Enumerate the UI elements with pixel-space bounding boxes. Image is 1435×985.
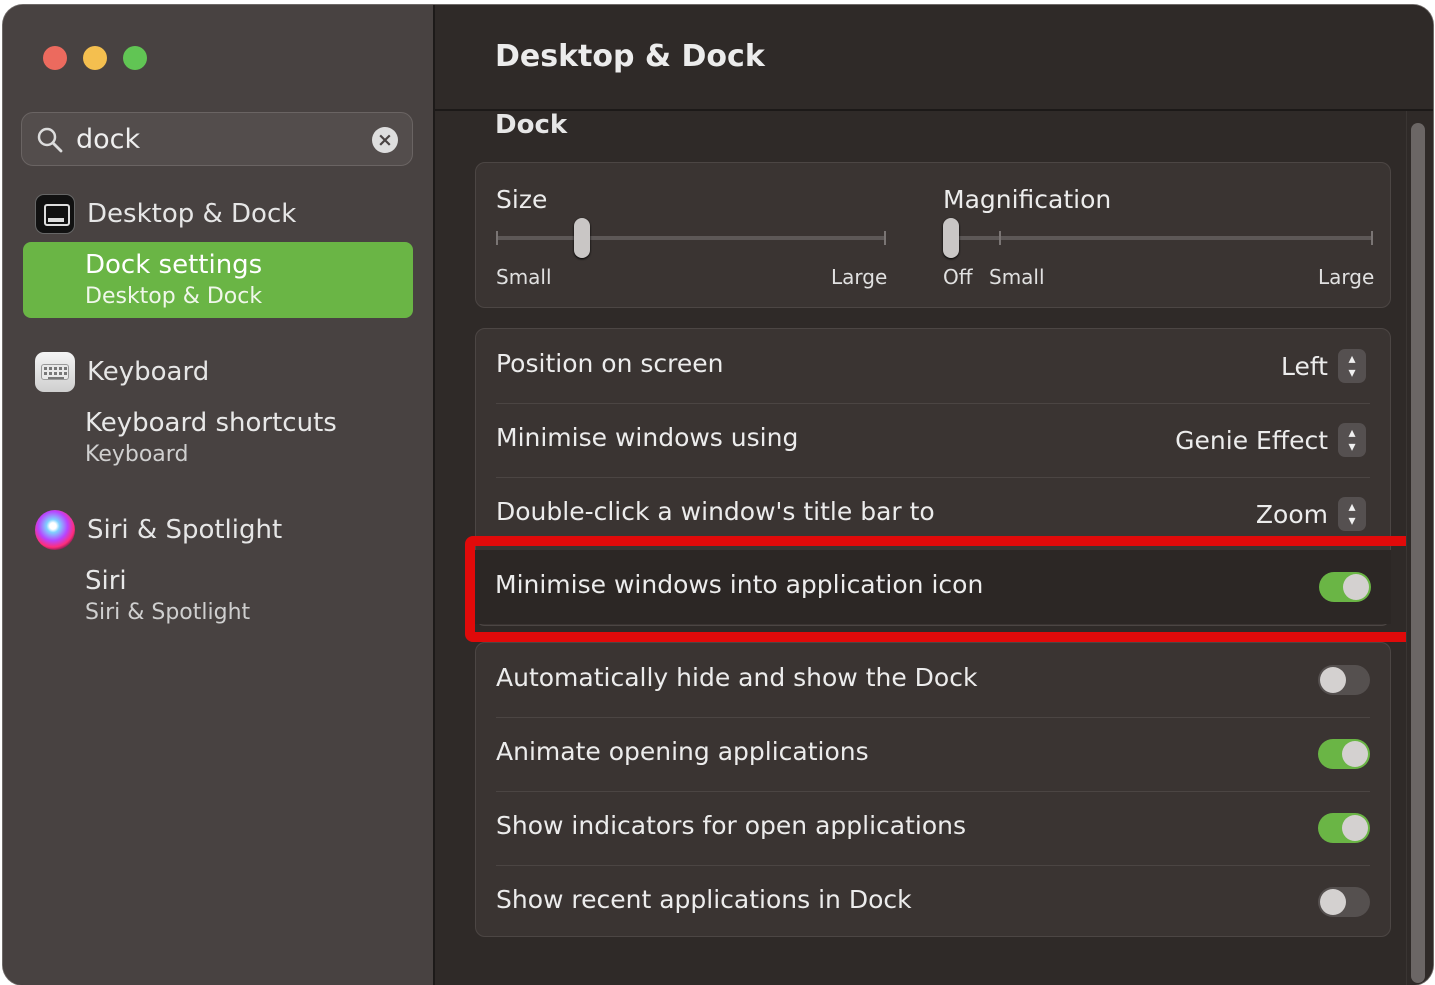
magnification-slider-label: Magnification xyxy=(943,185,1112,214)
dock-sliders-panel: Size Small Large Magnification Off Small… xyxy=(475,162,1391,308)
scrollbar-thumb[interactable] xyxy=(1411,123,1425,983)
sidebar-group-label: Desktop & Dock xyxy=(87,199,297,229)
sidebar-item-subtitle: Keyboard xyxy=(85,442,189,467)
toolbar: Desktop & Dock xyxy=(435,5,1433,111)
row-label: Show indicators for open applications xyxy=(496,811,967,840)
toggle-knob xyxy=(1342,741,1368,767)
row-label: Automatically hide and show the Dock xyxy=(496,663,978,692)
magnification-off-label: Off xyxy=(943,265,973,289)
search-icon xyxy=(37,127,63,153)
animate-apps-toggle[interactable] xyxy=(1318,739,1370,769)
slider-tick xyxy=(496,231,498,245)
row-label: Show recent applications in Dock xyxy=(496,885,912,914)
row-label: Double-click a window's title bar to xyxy=(496,497,935,526)
slider-tick xyxy=(884,231,886,245)
size-min-label: Small xyxy=(496,265,552,289)
close-window-button[interactable] xyxy=(43,46,67,70)
zoom-window-button[interactable] xyxy=(123,46,147,70)
sidebar-item-subtitle: Siri & Spotlight xyxy=(85,600,251,625)
popup-value: Genie Effect xyxy=(1175,425,1328,455)
size-slider-knob[interactable] xyxy=(573,218,590,258)
sidebar-item-siri[interactable]: Siri Siri & Spotlight xyxy=(23,558,413,634)
search-field[interactable]: dock × xyxy=(21,112,413,166)
highlight-annotation-box xyxy=(465,536,1427,642)
toggle-knob xyxy=(1320,889,1346,915)
settings-window: dock × Desktop & Dock Dock settings Desk… xyxy=(3,5,1433,985)
popup-value: Left xyxy=(1280,351,1328,381)
search-input[interactable]: dock xyxy=(76,124,140,155)
slider-tick xyxy=(999,231,1001,245)
magnification-min-label: Small xyxy=(989,265,1045,289)
settings-row-recent-apps: Show recent applications in Dock xyxy=(496,865,1370,939)
toggle-knob xyxy=(1320,667,1346,693)
sidebar-item-title: Siri xyxy=(85,566,127,596)
sidebar-item-title: Dock settings xyxy=(85,250,263,280)
auto-hide-toggle[interactable] xyxy=(1318,665,1370,695)
toggle-knob xyxy=(1342,815,1368,841)
settings-row-animate: Animate opening applications xyxy=(496,717,1370,792)
sidebar: dock × Desktop & Dock Dock settings Desk… xyxy=(3,5,435,985)
row-label: Position on screen xyxy=(496,349,724,378)
row-label: Minimise windows using xyxy=(496,423,799,452)
indicators-toggle[interactable] xyxy=(1318,813,1370,843)
sidebar-group-desktop-dock[interactable]: Desktop & Dock xyxy=(35,193,296,235)
settings-row-indicators: Show indicators for open applications xyxy=(496,791,1370,866)
siri-icon xyxy=(35,510,75,550)
sidebar-group-label: Siri & Spotlight xyxy=(87,515,283,545)
magnification-slider-track[interactable] xyxy=(943,236,1373,240)
settings-row-minimise-using: Minimise windows using Genie Effect ▴ ▾ xyxy=(496,403,1370,478)
sidebar-item-keyboard-shortcuts[interactable]: Keyboard shortcuts Keyboard xyxy=(23,400,413,476)
slider-tick xyxy=(1371,231,1373,245)
up-down-chevron-icon: ▴ ▾ xyxy=(1338,349,1366,383)
settings-row-position: Position on screen Left ▴ ▾ xyxy=(496,329,1370,404)
page-title: Desktop & Dock xyxy=(495,39,765,74)
magnification-slider-knob[interactable] xyxy=(943,218,959,258)
row-label: Animate opening applications xyxy=(496,737,869,766)
clear-icon[interactable]: × xyxy=(372,127,398,153)
dock-toggles-panel: Automatically hide and show the Dock Ani… xyxy=(475,642,1391,937)
sidebar-item-subtitle: Desktop & Dock xyxy=(85,284,263,309)
size-slider-track[interactable] xyxy=(496,236,886,240)
sidebar-group-label: Keyboard xyxy=(87,357,210,387)
desktop-dock-icon xyxy=(35,194,75,234)
sidebar-item-dock-settings[interactable]: Dock settings Desktop & Dock xyxy=(23,242,413,318)
size-max-label: Large xyxy=(831,265,888,289)
double-click-action-popup[interactable]: Zoom ▴ ▾ xyxy=(1256,497,1366,531)
popup-value: Zoom xyxy=(1255,499,1328,529)
keyboard-icon xyxy=(35,352,75,392)
up-down-chevron-icon: ▴ ▾ xyxy=(1338,423,1366,457)
minimise-effect-popup[interactable]: Genie Effect ▴ ▾ xyxy=(1175,423,1366,457)
sidebar-group-siri-spotlight[interactable]: Siri & Spotlight xyxy=(35,509,282,551)
up-down-chevron-icon: ▴ ▾ xyxy=(1338,497,1366,531)
size-slider-label: Size xyxy=(496,185,548,214)
main-content: Desktop & Dock Dock Size Small Large Mag… xyxy=(435,5,1433,985)
minimize-window-button[interactable] xyxy=(83,46,107,70)
position-popup[interactable]: Left ▴ ▾ xyxy=(1281,349,1366,383)
sidebar-item-title: Keyboard shortcuts xyxy=(85,408,337,438)
recent-apps-toggle[interactable] xyxy=(1318,887,1370,917)
magnification-max-label: Large xyxy=(1318,265,1375,289)
settings-row-auto-hide: Automatically hide and show the Dock xyxy=(496,643,1370,718)
section-title: Dock xyxy=(495,110,568,140)
sidebar-group-keyboard[interactable]: Keyboard xyxy=(35,351,209,393)
